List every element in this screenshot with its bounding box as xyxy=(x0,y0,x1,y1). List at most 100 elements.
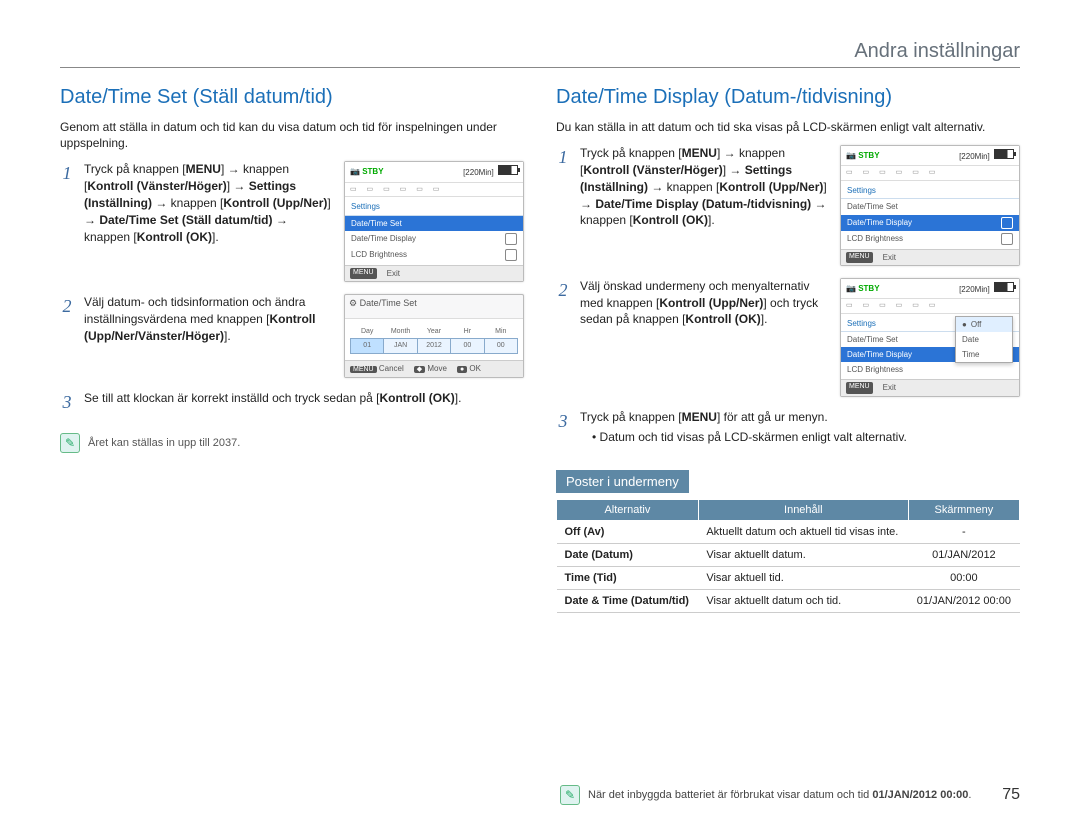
t: Cancel xyxy=(379,364,404,373)
t: MENU xyxy=(682,410,717,424)
t: → knappen [ xyxy=(648,180,719,194)
step-number: 1 xyxy=(556,145,570,170)
submenu-heading: Poster i undermeny xyxy=(556,470,689,493)
t: Kontroll (OK) xyxy=(137,230,212,244)
t: Tryck på knappen [ xyxy=(84,162,186,176)
t: 01/JAN/2012 xyxy=(908,544,1019,567)
t: Date (Datum) xyxy=(557,544,699,567)
t: Tryck på knappen [ xyxy=(580,410,682,424)
lcd-menu-item: Date/Time Display xyxy=(345,231,523,247)
t: Date & Time (Datum/tid) xyxy=(557,590,699,613)
t: Move xyxy=(427,364,447,373)
k: ◆ xyxy=(414,366,425,373)
t: Month xyxy=(384,325,417,339)
th-screenmenu: Skärmmeny xyxy=(908,500,1019,521)
option-icon xyxy=(505,249,517,261)
rec-time: [220Min] xyxy=(959,152,990,161)
t: Min xyxy=(484,325,517,339)
t: Date/Time Display (Datum-/tidvisning) xyxy=(595,197,811,211)
t: Date xyxy=(962,334,979,345)
left-column: Date/Time Set (Ställ datum/tid) Genom at… xyxy=(60,86,524,613)
th-alternative: Alternativ xyxy=(557,500,699,521)
rec-time: [220Min] xyxy=(463,168,494,177)
lcd-settings-popup: 📷 STBY [220Min] ▭ ▭ ▭ ▭ ▭ ▭ Settings Dat… xyxy=(840,278,1020,397)
t: Kontroll (Upp/Ner) xyxy=(719,180,823,194)
stby-label: STBY xyxy=(362,167,383,176)
t: Exit xyxy=(883,252,896,263)
step-text: Välj datum- och tidsinformation och ändr… xyxy=(84,294,334,344)
t: OK xyxy=(469,364,481,373)
menu-key: MENU xyxy=(846,252,873,263)
popup-item: ● Off xyxy=(956,317,1012,332)
t: Visar aktuellt datum och tid. xyxy=(698,590,908,613)
t: 01/JAN/2012 00:00 xyxy=(872,789,968,801)
t: Exit xyxy=(883,382,896,393)
lcd-menu-item: Date/Time Display xyxy=(841,215,1019,231)
two-column-layout: Date/Time Set (Ställ datum/tid) Genom at… xyxy=(60,86,1020,613)
step-number: 2 xyxy=(556,278,570,303)
t: Date/Time Set xyxy=(351,218,402,229)
t: Hr xyxy=(451,325,484,339)
page-footer: ✎ När det inbyggda batteriet är förbruka… xyxy=(560,785,1020,805)
right-column: Date/Time Display (Datum-/tidvisning) Du… xyxy=(556,86,1020,613)
k: ● xyxy=(457,366,467,373)
t: Se till att klockan är korrekt inställd … xyxy=(84,391,379,405)
manual-page: Andra inställningar Date/Time Set (Ställ… xyxy=(0,0,1080,825)
rec-time: [220Min] xyxy=(959,285,990,294)
stby-label: STBY xyxy=(858,151,879,160)
t: Kontroll (Upp/Ner) xyxy=(223,196,327,210)
left-heading: Date/Time Set (Ställ datum/tid) xyxy=(60,86,524,109)
page-header: Andra inställningar xyxy=(60,40,1020,68)
t: Date/Time Display xyxy=(351,233,416,244)
t: Date/Time Set xyxy=(847,334,898,345)
right-intro: Du kan ställa in att datum och tid ska v… xyxy=(556,119,1020,135)
t: Off (Av) xyxy=(557,521,699,544)
t: MENU xyxy=(186,162,221,176)
right-steps: 1 Tryck på knappen [MENU] → knappen [Kon… xyxy=(556,145,1020,446)
t: Date/Time Set (Ställ datum/tid) xyxy=(99,213,272,227)
t: Exit xyxy=(387,268,400,279)
t: ] för att gå ur menyn. xyxy=(717,410,828,424)
lcd-icon-row: ▭ ▭ ▭ ▭ ▭ ▭ xyxy=(345,183,523,198)
t: - xyxy=(908,521,1019,544)
lcd-menu-item: LCD Brightness xyxy=(345,247,523,263)
left-intro: Genom att ställa in datum och tid kan du… xyxy=(60,119,524,151)
t: Year xyxy=(417,325,450,339)
popup-item: Time xyxy=(956,347,1012,362)
lcd-settings-menu: 📷 STBY [220Min] ▭ ▭ ▭ ▭ ▭ ▭ Settings Dat… xyxy=(344,161,524,282)
t: Kontroll (Upp/Ner) xyxy=(659,296,763,310)
t: Date/Time Set xyxy=(847,201,898,212)
table-row: Off (Av) Aktuellt datum och aktuell tid … xyxy=(557,521,1020,544)
t: Visar aktuell tid. xyxy=(698,567,908,590)
t: ] → xyxy=(227,179,249,193)
t: ]. xyxy=(212,230,219,244)
lcd-menu-item: LCD Brightness xyxy=(841,362,1019,377)
t: Kontroll (Vänster/Höger) xyxy=(583,163,722,177)
t: ]. xyxy=(708,213,715,227)
options-table: Alternativ Innehåll Skärmmeny Off (Av) A… xyxy=(556,499,1020,613)
lcd-icon-row: ▭ ▭ ▭ ▭ ▭ ▭ xyxy=(841,299,1019,314)
step-text: Välj önskad undermeny och menyalternativ… xyxy=(580,278,830,328)
popup-item: Date xyxy=(956,332,1012,347)
step-number: 3 xyxy=(60,390,74,415)
t: Kontroll (OK) xyxy=(633,213,708,227)
t: När det inbyggda batteriet är förbrukat … xyxy=(588,789,872,801)
t: LCD Brightness xyxy=(847,233,903,244)
t: ]. xyxy=(761,312,768,326)
footnote: När det inbyggda batteriet är förbrukat … xyxy=(588,789,971,801)
step-text: Tryck på knappen [MENU] för att gå ur me… xyxy=(580,409,1020,447)
min-field: 00 xyxy=(484,339,517,354)
note-icon: ✎ xyxy=(60,433,80,453)
th-content: Innehåll xyxy=(698,500,908,521)
step-number: 2 xyxy=(60,294,74,319)
t: ]. xyxy=(455,391,462,405)
left-steps: 1 Tryck på knappen [MENU] → knappen [Kon… xyxy=(60,161,524,415)
t: Day xyxy=(351,325,384,339)
step-number: 1 xyxy=(60,161,74,186)
battery-icon xyxy=(994,282,1014,292)
year-field: 2012 xyxy=(417,339,450,354)
t: Visar aktuellt datum. xyxy=(698,544,908,567)
battery-icon xyxy=(994,149,1014,159)
t: Date/Time Display xyxy=(847,349,912,360)
note-text: Året kan ställas in upp till 2037. xyxy=(88,437,240,449)
